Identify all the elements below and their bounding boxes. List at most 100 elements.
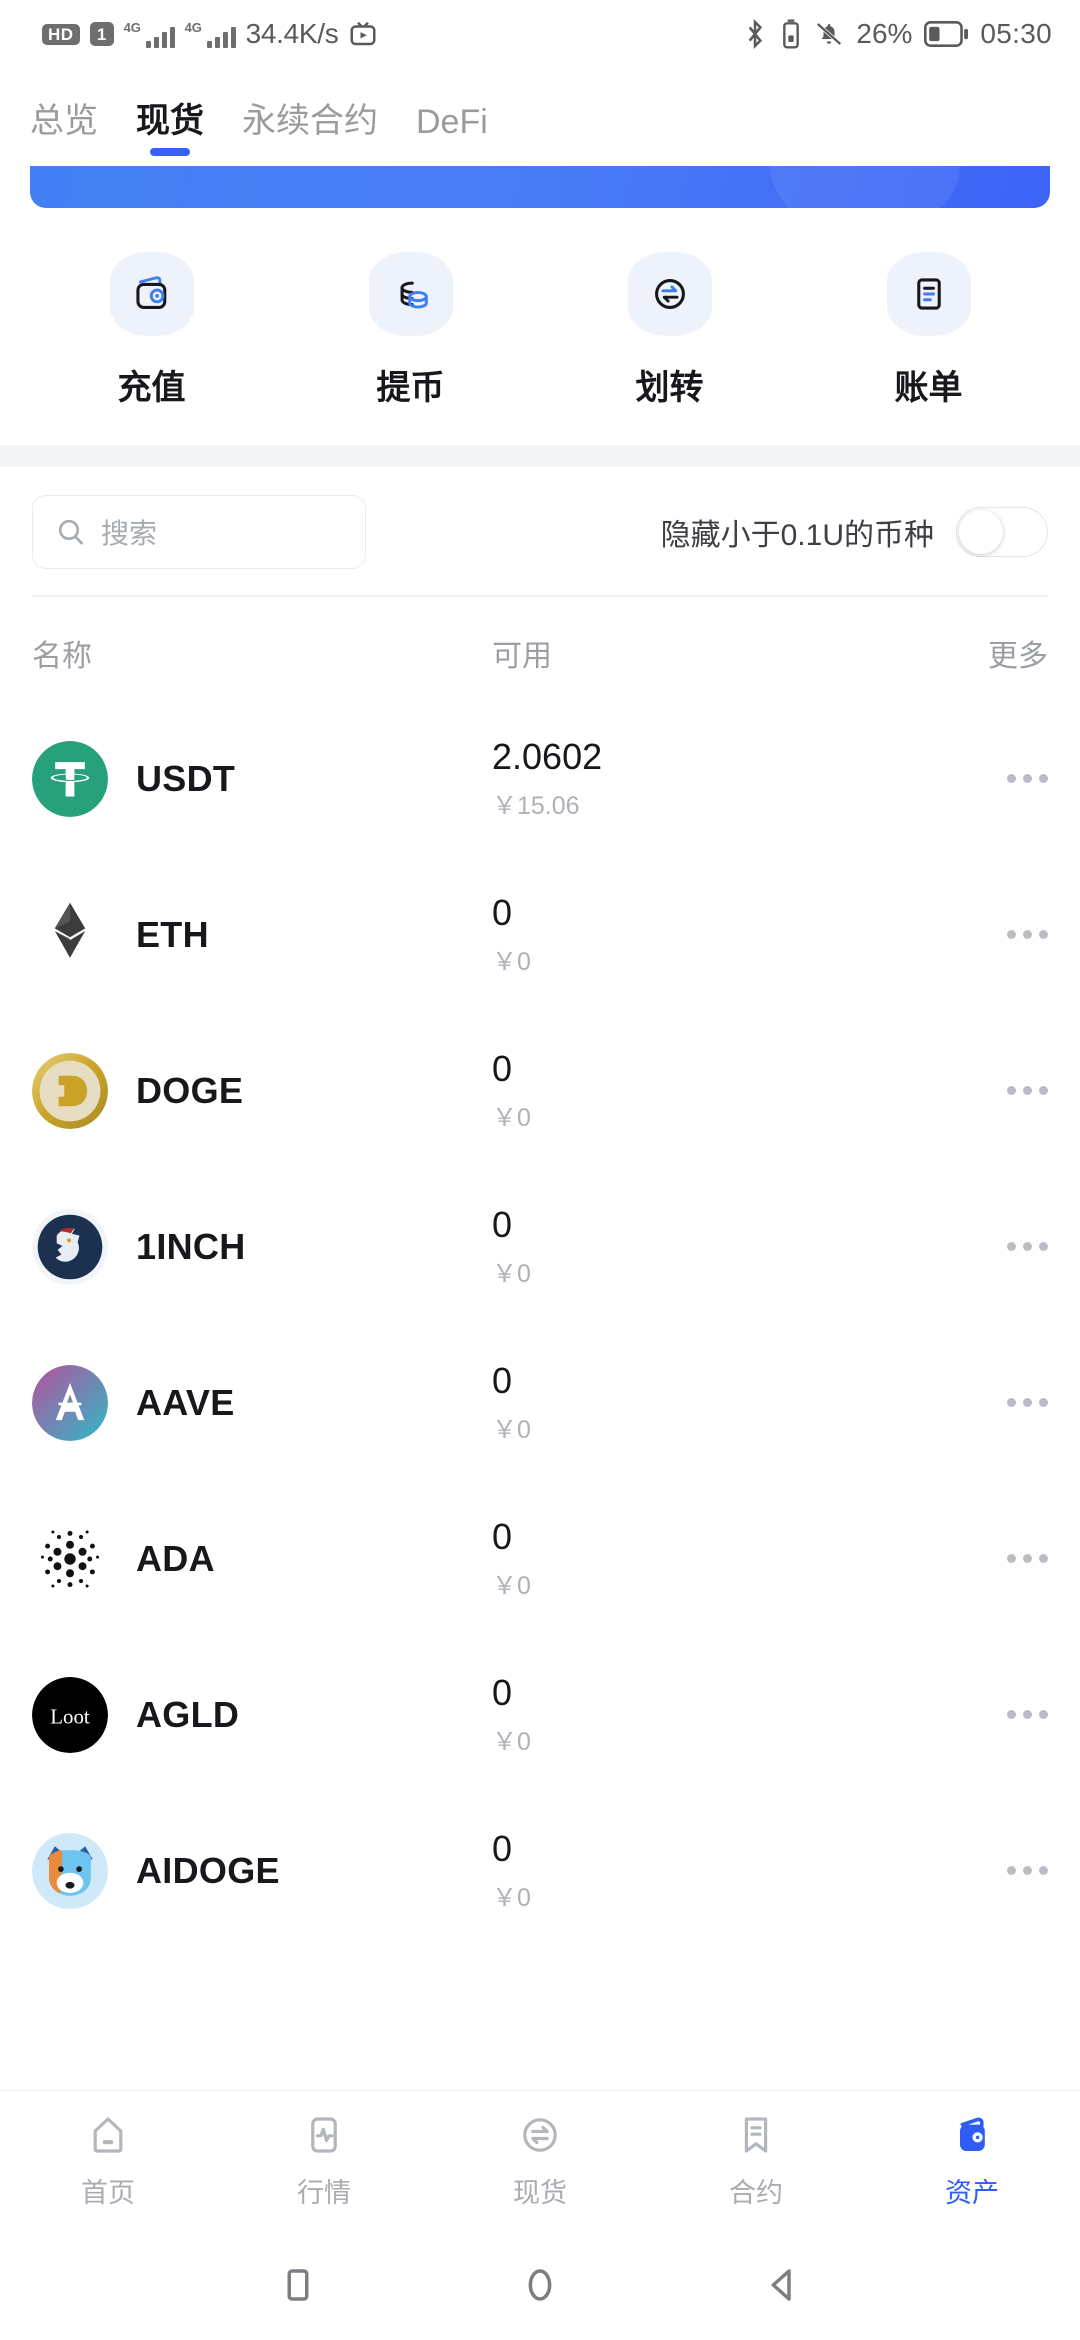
coin-fiat: ￥0 (492, 1103, 531, 1132)
status-bar-left: HD 1 4G 4G 34.4K/s (42, 18, 378, 50)
more-dots-icon (1007, 1710, 1048, 1719)
quick-actions: 充值 提币 划转 账单 (0, 208, 1080, 445)
1inch-coin-icon (32, 1208, 108, 1285)
hd-badge: HD (42, 23, 80, 45)
coin-fiat: ￥0 (492, 1571, 531, 1600)
more-dots-icon (1007, 774, 1048, 783)
nav-item-spot[interactable]: 现货 (432, 2111, 648, 2210)
table-row[interactable]: USDT 2.0602 ￥15.06 (0, 701, 1080, 857)
search-placeholder: 搜索 (101, 518, 158, 549)
tab-defi-label: DeFi (416, 103, 488, 141)
coin-amount: 0 (492, 1515, 513, 1557)
coin-symbol: AAVE (136, 1381, 235, 1423)
row-more-button[interactable] (938, 1398, 1048, 1407)
table-row[interactable]: ETH 0 ￥0 (0, 857, 1080, 1013)
row-more-button[interactable] (938, 930, 1048, 939)
action-transfer[interactable]: 划转 (540, 252, 799, 409)
search-input[interactable]: 搜索 (32, 495, 366, 569)
row-more-button[interactable] (938, 1554, 1048, 1563)
android-navigation-bar (0, 2230, 1080, 2340)
coin-symbol: ETH (136, 913, 209, 955)
table-row[interactable]: DOGE 0 ￥0 (0, 1013, 1080, 1169)
coins-icon (368, 252, 453, 336)
coin-amount: 0 (492, 1359, 513, 1401)
more-dots-icon (1007, 1398, 1048, 1407)
banner-container (0, 160, 1080, 208)
tab-defi[interactable]: DeFi (416, 103, 488, 160)
row-balance: 0 ￥0 (492, 1204, 938, 1290)
coin-amount: 0 (492, 1047, 513, 1089)
action-deposit[interactable]: 充值 (22, 252, 281, 409)
wallet-icon (109, 252, 194, 336)
coin-amount: 0 (492, 1827, 513, 1869)
home-icon (93, 2117, 123, 2153)
aave-coin-icon (32, 1364, 108, 1441)
coin-fiat: ￥0 (492, 1883, 531, 1912)
tab-overview-label: 总览 (30, 102, 98, 140)
hide-small-balance-toggle[interactable] (956, 507, 1048, 557)
action-deposit-label: 充值 (117, 369, 186, 407)
row-balance: 0 ￥0 (492, 892, 938, 978)
search-icon (58, 519, 83, 545)
column-header-available: 可用 (492, 639, 552, 673)
table-row[interactable]: ADA 0 ￥0 (0, 1481, 1080, 1637)
nav-item-home[interactable]: 首页 (0, 2111, 216, 2210)
aidoge-coin-icon (32, 1832, 108, 1909)
nav-item-contract[interactable]: 合约 (648, 2111, 864, 2210)
row-more-button[interactable] (938, 1086, 1048, 1095)
coin-amount: 0 (492, 1671, 513, 1713)
clock: 05:30 (980, 18, 1052, 49)
row-more-button[interactable] (938, 774, 1048, 783)
section-divider (0, 445, 1080, 467)
row-balance: 2.0602 ￥15.06 (492, 736, 938, 822)
mute-bell-icon (814, 19, 844, 49)
status-bar: HD 1 4G 4G 34.4K/s 26% 05:30 (0, 0, 1080, 68)
table-row[interactable]: Loot AGLD 0 ￥0 (0, 1637, 1080, 1793)
home-circle-icon[interactable] (519, 2264, 561, 2306)
doge-coin-icon (32, 1052, 108, 1129)
action-bills[interactable]: 账单 (799, 252, 1058, 409)
nav-item-assets[interactable]: 资产 (864, 2111, 1080, 2210)
promo-banner[interactable] (30, 166, 1050, 208)
signal-4g-label: 4G (123, 20, 141, 35)
table-row[interactable]: AIDOGE 0 ￥0 (0, 1793, 1080, 1949)
tab-perpetual-label: 永续合约 (242, 102, 378, 140)
bottom-navigation: 首页 行情 现货 合约 资产 (0, 2090, 1080, 2230)
row-more-button[interactable] (938, 1710, 1048, 1719)
action-withdraw[interactable]: 提币 (281, 252, 540, 409)
nav-contract-label: 合约 (729, 2178, 783, 2208)
recents-square-icon[interactable] (277, 2264, 319, 2306)
nav-assets-label: 资产 (945, 2178, 999, 2208)
search-filter-row: 搜索 隐藏小于0.1U的币种 (0, 467, 1080, 595)
coin-fiat: ￥15.06 (492, 791, 580, 820)
more-dots-icon (1007, 1866, 1048, 1875)
coin-amount: 2.0602 (492, 735, 603, 777)
row-more-button[interactable] (938, 1242, 1048, 1251)
more-dots-icon (1007, 1086, 1048, 1095)
table-row[interactable]: AAVE 0 ￥0 (0, 1325, 1080, 1481)
tab-spot[interactable]: 现货 (136, 93, 204, 160)
coin-symbol: DOGE (136, 1069, 244, 1111)
coin-symbol: AGLD (136, 1693, 240, 1735)
back-triangle-icon[interactable] (761, 2264, 803, 2306)
more-dots-icon (1007, 930, 1048, 939)
table-row[interactable]: 1INCH 0 ￥0 (0, 1169, 1080, 1325)
row-more-button[interactable] (938, 1866, 1048, 1875)
row-identity: ADA (32, 1521, 492, 1597)
coin-symbol: USDT (136, 757, 236, 799)
nav-item-market[interactable]: 行情 (216, 2111, 432, 2210)
coin-amount: 0 (492, 1203, 513, 1245)
coin-fiat: ￥0 (492, 1415, 531, 1444)
more-dots-icon (1007, 1242, 1048, 1251)
row-identity: USDT (32, 740, 492, 817)
tab-overview[interactable]: 总览 (30, 93, 98, 160)
bluetooth-battery-icon (780, 18, 802, 50)
action-bills-label: 账单 (894, 369, 963, 407)
hide-small-balance-group: 隐藏小于0.1U的币种 (661, 507, 1048, 557)
column-header-more: 更多 (988, 639, 1048, 673)
status-bar-right: 26% 05:30 (742, 18, 1052, 50)
nav-market-label: 行情 (297, 2178, 351, 2208)
coin-symbol: ADA (136, 1537, 215, 1579)
coin-fiat: ￥0 (492, 1727, 531, 1756)
tab-perpetual[interactable]: 永续合约 (242, 93, 378, 160)
